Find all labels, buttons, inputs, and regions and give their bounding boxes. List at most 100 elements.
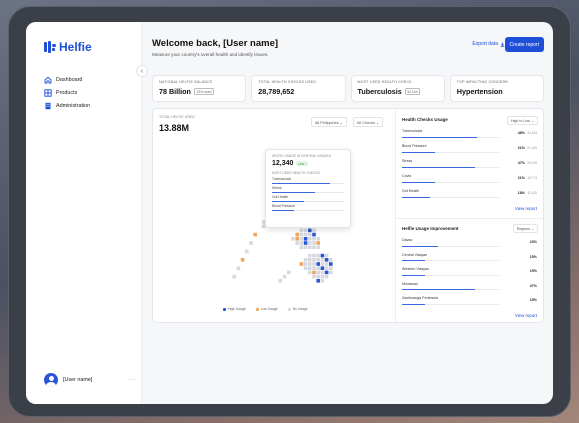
map-cell[interactable]	[316, 241, 320, 245]
regions-filter[interactable]: Regions ⌄	[512, 224, 538, 233]
map-cell[interactable]	[320, 258, 325, 262]
map-cell[interactable]	[324, 274, 329, 279]
map-cell[interactable]	[324, 253, 329, 258]
map-cell[interactable]	[303, 241, 308, 245]
map-cell[interactable]	[316, 266, 320, 270]
list-item[interactable]: Blood Pressure 21% 21,145	[402, 144, 537, 155]
map-cell[interactable]	[312, 266, 316, 270]
sidebar-item-products[interactable]: Products	[44, 87, 90, 99]
map-cell[interactable]	[308, 245, 312, 249]
view-report-link[interactable]: View report	[515, 206, 537, 211]
sidebar-item-dashboard[interactable]: Dashboard	[44, 74, 90, 86]
list-item[interactable]: Western Visayas 15%	[402, 267, 537, 278]
map-cell[interactable]	[329, 262, 333, 266]
list-item[interactable]: Davao 23%	[402, 238, 537, 249]
list-item[interactable]: Central Visayas 15%	[402, 253, 537, 264]
map-cell[interactable]	[299, 262, 304, 266]
map-cell[interactable]	[232, 274, 236, 279]
kpi-card-top-concern[interactable]: Top Impacting Concern Hypertension	[449, 75, 544, 102]
map-cell[interactable]	[303, 228, 308, 233]
more-options-icon[interactable]: ···	[129, 377, 137, 383]
map-cell[interactable]	[316, 253, 320, 258]
kpi-card-total-checks[interactable]: Total Health Checks Used 28,789,652	[251, 75, 346, 102]
map-cell[interactable]	[312, 241, 316, 245]
map-cell[interactable]	[316, 258, 320, 262]
map-cell[interactable]	[320, 262, 325, 266]
map-cell[interactable]	[312, 228, 316, 233]
map-cell[interactable]	[282, 274, 287, 279]
map-cell[interactable]	[316, 274, 320, 279]
map-cell[interactable]	[308, 237, 312, 241]
collapse-sidebar-button[interactable]: ‹	[136, 65, 148, 77]
map-cell[interactable]	[240, 258, 245, 262]
map-cell[interactable]	[253, 232, 257, 237]
region-filter[interactable]: All Philippines ⌄	[311, 117, 347, 127]
map-cell[interactable]	[312, 245, 316, 249]
map-cell[interactable]	[324, 258, 329, 262]
map-cell[interactable]	[299, 245, 304, 249]
map-cell[interactable]	[320, 274, 325, 279]
map-cell[interactable]	[295, 241, 299, 245]
map-cell[interactable]	[316, 279, 320, 283]
export-data-button[interactable]: Export data	[472, 41, 505, 47]
map-cell[interactable]	[329, 266, 333, 270]
map-cell[interactable]	[249, 241, 253, 245]
map-cell[interactable]	[320, 253, 325, 258]
map-cell[interactable]	[303, 237, 308, 241]
map-cell[interactable]	[329, 270, 333, 275]
map-cell[interactable]	[320, 279, 325, 283]
map-cell[interactable]	[312, 237, 316, 241]
map-cell[interactable]	[287, 270, 291, 275]
map-cell[interactable]	[324, 270, 329, 275]
map-cell[interactable]	[299, 237, 304, 241]
map-cell[interactable]	[303, 245, 308, 249]
map-cell[interactable]	[329, 258, 333, 262]
map-cell[interactable]	[291, 237, 295, 241]
map-cell[interactable]	[320, 266, 325, 270]
map-cell[interactable]	[278, 279, 283, 283]
list-item[interactable]: Mindanao 47%	[402, 282, 537, 293]
map-cell[interactable]	[316, 270, 320, 275]
list-item[interactable]: Tuberculosis 48% 32,164	[402, 129, 537, 140]
map-cell[interactable]	[308, 228, 312, 233]
map-cell[interactable]	[312, 262, 316, 266]
map-cell[interactable]	[320, 270, 325, 275]
list-item[interactable]: Covid 21% 18,774	[402, 174, 537, 185]
map-cell[interactable]	[308, 270, 312, 275]
map-cell[interactable]	[303, 258, 308, 262]
logo[interactable]: Helfie	[44, 40, 92, 54]
list-item[interactable]: Gut Health 18% 11,420	[402, 189, 537, 200]
map-cell[interactable]	[308, 253, 312, 258]
map-cell[interactable]	[299, 241, 304, 245]
sidebar-item-administration[interactable]: Administration	[44, 100, 90, 112]
map-cell[interactable]	[316, 245, 320, 249]
map-cell[interactable]	[303, 262, 308, 266]
map-cell[interactable]	[312, 253, 316, 258]
map-cell[interactable]	[308, 241, 312, 245]
map-cell[interactable]	[324, 262, 329, 266]
map-cell[interactable]	[312, 274, 316, 279]
map-cell[interactable]	[308, 232, 312, 237]
sort-filter[interactable]: High to Low ⌄	[507, 116, 538, 125]
map-cell[interactable]	[236, 266, 241, 270]
map-cell[interactable]	[303, 266, 308, 270]
map-cell[interactable]	[308, 258, 312, 262]
kpi-card-balance[interactable]: National Helfie Balance 78 Billion 23% u…	[152, 75, 247, 102]
map-cell[interactable]	[316, 237, 320, 241]
map-cell[interactable]	[295, 232, 299, 237]
view-report-link[interactable]: View report	[515, 313, 537, 318]
map-cell[interactable]	[324, 266, 329, 270]
kpi-card-most-used[interactable]: Most Used Health Check Tuberculosis 32,1…	[350, 75, 445, 102]
create-report-button[interactable]: Create report	[504, 37, 544, 52]
map-cell[interactable]	[312, 270, 316, 275]
map-cell[interactable]	[299, 228, 304, 233]
map-cell[interactable]	[308, 266, 312, 270]
user-profile[interactable]: [User name] ···	[44, 373, 136, 387]
map-cell[interactable]	[308, 262, 312, 266]
map-cell[interactable]	[316, 262, 320, 266]
map-cell[interactable]	[245, 249, 249, 254]
list-item[interactable]: Stress 47% 20,190	[402, 159, 537, 170]
checks-filter[interactable]: All Checks ⌄	[353, 117, 384, 127]
map-cell[interactable]	[299, 232, 304, 237]
map-cell[interactable]	[295, 237, 299, 241]
